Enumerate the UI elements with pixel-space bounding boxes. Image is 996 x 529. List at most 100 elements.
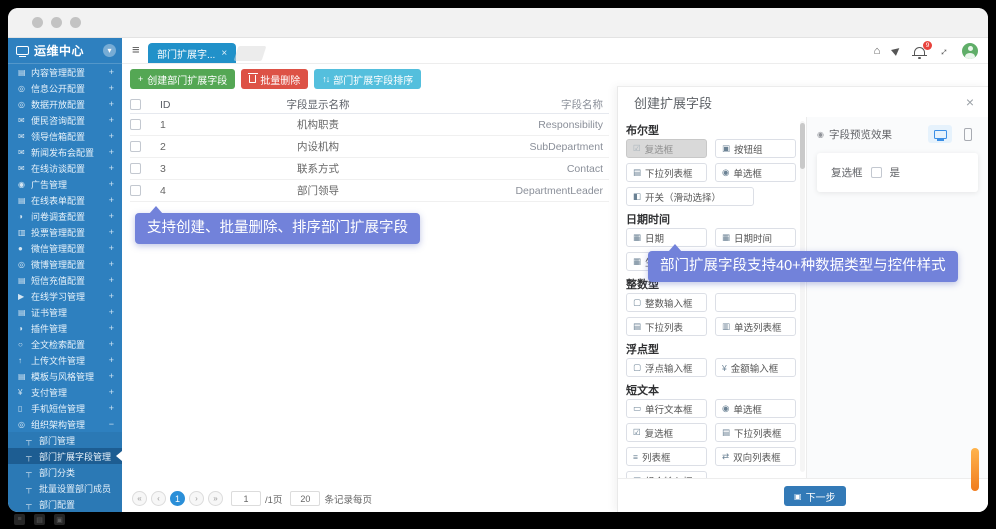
sidebar-item-14[interactable]: ▶ 在线学习管理 + xyxy=(8,288,122,304)
sidebar-item-20[interactable]: ¥ 支付管理 + xyxy=(8,384,122,400)
window-control-minimize[interactable] xyxy=(51,17,62,28)
sidebar-item-0[interactable]: ▤ 内容管理配置 + xyxy=(8,64,122,80)
sidebar-item-15[interactable]: ▤ 证书管理 + xyxy=(8,304,122,320)
orange-scroll-handle[interactable] xyxy=(971,448,979,491)
row-checkbox-2[interactable] xyxy=(130,163,141,174)
sidebar-subitem-2[interactable]: ┬ 部门分类 xyxy=(8,464,122,480)
table-row-2[interactable]: 3 联系方式 Contact xyxy=(130,158,609,180)
sidebar-subitem-3[interactable]: ┬ 批量设置部门成员 xyxy=(8,480,122,496)
paper-plane-icon[interactable]: ▶ xyxy=(891,45,903,58)
window-control-maximize[interactable] xyxy=(70,17,81,28)
control-label-boolean-1: 按钮组 xyxy=(734,142,763,156)
sidebar-item-12[interactable]: ◎ 微博管理配置 + xyxy=(8,256,122,272)
control-boolean-2[interactable]: ▤ 下拉列表框 xyxy=(626,163,707,182)
control-short-text-6[interactable]: ▥ 组合输入框 xyxy=(626,471,707,478)
control-short-text-0[interactable]: ▭ 单行文本框 xyxy=(626,399,707,418)
control-short-text-5[interactable]: ⇄ 双向列表框 xyxy=(715,447,796,466)
taskbar-icon-1[interactable]: ▤ xyxy=(34,514,45,525)
sidebar-item-13[interactable]: ▤ 短信充值配置 + xyxy=(8,272,122,288)
plus-icon-17: + xyxy=(109,339,114,349)
row-checkbox-0[interactable] xyxy=(130,119,141,130)
sidebar-item-21[interactable]: ▯ 手机短信管理 + xyxy=(8,400,122,416)
batch-delete-button[interactable]: 批量删除 xyxy=(241,69,308,89)
current-page-button[interactable]: 1 xyxy=(170,491,185,506)
sidebar-item-6[interactable]: ✉ 在线访谈配置 + xyxy=(8,160,122,176)
sidebar-item-9[interactable]: ◑ 问卷调查配置 + xyxy=(8,208,122,224)
sidebar-item-2[interactable]: ◎ 数据开放配置 + xyxy=(8,96,122,112)
user-avatar[interactable] xyxy=(962,43,978,59)
sort-fields-button[interactable]: ↑↓ 部门扩展字段排序 xyxy=(314,69,421,89)
control-integer-0[interactable]: ▢ 整数输入框 xyxy=(626,293,707,312)
next-page-button[interactable]: › xyxy=(189,491,204,506)
sidebar-item-8[interactable]: ▤ 在线表单配置 + xyxy=(8,192,122,208)
table-row-0[interactable]: 1 机构职责 Responsibility xyxy=(130,114,609,136)
sidebar-item-icon-18: ↑ xyxy=(18,356,31,365)
control-datetime-1[interactable]: ▦ 日期时间 xyxy=(715,228,796,247)
control-integer-1[interactable] xyxy=(715,293,796,312)
section-short-text: 短文本 ▭ 单行文本框 ◉ 单选框 xyxy=(626,383,796,478)
mobile-preview-button[interactable] xyxy=(958,125,978,143)
sidebar-item-11[interactable]: ● 微信管理配置 + xyxy=(8,240,122,256)
tab-department-fields[interactable]: 部门扩展字... × xyxy=(148,43,236,63)
section-title-short-text: 短文本 xyxy=(626,383,796,399)
desktop-preview-button[interactable] xyxy=(928,125,952,143)
prev-page-button[interactable]: ‹ xyxy=(151,491,166,506)
table-row-1[interactable]: 2 内设机构 SubDepartment xyxy=(130,136,609,158)
control-integer-3[interactable]: ▥ 单选列表框 xyxy=(715,317,796,336)
control-short-text-4[interactable]: ≡ 列表框 xyxy=(626,447,707,466)
inactive-tab[interactable] xyxy=(234,46,267,61)
control-short-text-2[interactable]: ☑ 复选框 xyxy=(626,423,707,442)
sidebar-item-label-8: 在线表单配置 xyxy=(31,194,85,207)
sidebar-item-label-19: 模板与风格管理 xyxy=(31,370,94,383)
tab-close-icon[interactable]: × xyxy=(221,48,227,59)
taskbar-icon-2[interactable]: ▣ xyxy=(54,514,65,525)
panel-scrollbar-thumb[interactable] xyxy=(800,123,805,169)
select-all-checkbox[interactable] xyxy=(130,99,141,110)
control-short-text-1[interactable]: ◉ 单选框 xyxy=(715,399,796,418)
sidebar-submenu: ┬ 部门管理 ┬ 部门扩展字段管理 ┬ 部门分类 ┬ 批量设置部门成员 ┬ 部门… xyxy=(8,432,122,512)
sidebar-subitem-4[interactable]: ┬ 部门配置 xyxy=(8,496,122,512)
chevron-down-icon[interactable]: ▾ xyxy=(103,44,116,57)
next-step-button[interactable]: ▣ 下一步 xyxy=(784,486,846,506)
sidebar-item-7[interactable]: ◉ 广告管理 + xyxy=(8,176,122,192)
control-integer-2[interactable]: ▤ 下拉列表 xyxy=(626,317,707,336)
taskbar-icon-0[interactable]: ≡ xyxy=(14,514,25,525)
plus-icon-7: + xyxy=(109,179,114,189)
sidebar-item-10[interactable]: ▥ 投票管理配置 + xyxy=(8,224,122,240)
window-control-close[interactable] xyxy=(32,17,43,28)
notifications[interactable]: 9 xyxy=(914,47,925,56)
table-row-3[interactable]: 4 部门领导 DepartmentLeader xyxy=(130,180,609,202)
fullscreen-icon[interactable]: ↔ xyxy=(936,43,952,59)
control-boolean-4[interactable]: ◧ 开关（滑动选择） xyxy=(626,187,754,206)
home-icon[interactable]: ⌂ xyxy=(874,46,881,57)
sidebar-item-16[interactable]: ◑ 插件管理 + xyxy=(8,320,122,336)
close-icon[interactable]: × xyxy=(966,94,974,110)
sidebar-item-3[interactable]: ✉ 便民咨询配置 + xyxy=(8,112,122,128)
page-number-input[interactable] xyxy=(231,491,261,506)
sidebar-item-4[interactable]: ✉ 领导信箱配置 + xyxy=(8,128,122,144)
control-boolean-0[interactable]: ☑ 复选框 xyxy=(626,139,707,158)
sidebar-group-organization[interactable]: ◎ 组织架构管理 − xyxy=(8,416,122,432)
first-page-button[interactable]: « xyxy=(132,491,147,506)
sidebar-header[interactable]: 运维中心 ▾ xyxy=(8,38,122,64)
last-page-button[interactable]: » xyxy=(208,491,223,506)
control-short-text-3[interactable]: ▤ 下拉列表框 xyxy=(715,423,796,442)
row-checkbox-1[interactable] xyxy=(130,141,141,152)
sidebar-item-19[interactable]: ▤ 模板与风格管理 + xyxy=(8,368,122,384)
control-float-0[interactable]: ▢ 浮点输入框 xyxy=(626,358,707,377)
sidebar-item-18[interactable]: ↑ 上传文件管理 + xyxy=(8,352,122,368)
sidebar-item-1[interactable]: ◎ 信息公开配置 + xyxy=(8,80,122,96)
create-field-button[interactable]: + 创建部门扩展字段 xyxy=(130,69,235,89)
page-size-input[interactable] xyxy=(290,491,320,506)
control-float-1[interactable]: ¥ 金额输入框 xyxy=(715,358,796,377)
sidebar-item-5[interactable]: ✉ 新闻发布会配置 + xyxy=(8,144,122,160)
sidebar-subitem-0[interactable]: ┬ 部门管理 xyxy=(8,432,122,448)
sidebar-subitem-1[interactable]: ┬ 部门扩展字段管理 xyxy=(8,448,122,464)
row-checkbox-3[interactable] xyxy=(130,185,141,196)
control-boolean-1[interactable]: ▣ 按钮组 xyxy=(715,139,796,158)
hamburger-icon[interactable]: ≡ xyxy=(132,42,140,57)
control-datetime-0[interactable]: ▦ 日期 xyxy=(626,228,707,247)
sidebar-item-17[interactable]: ○ 全文检索配置 + xyxy=(8,336,122,352)
control-boolean-3[interactable]: ◉ 单选框 xyxy=(715,163,796,182)
preview-checkbox[interactable] xyxy=(871,167,882,178)
